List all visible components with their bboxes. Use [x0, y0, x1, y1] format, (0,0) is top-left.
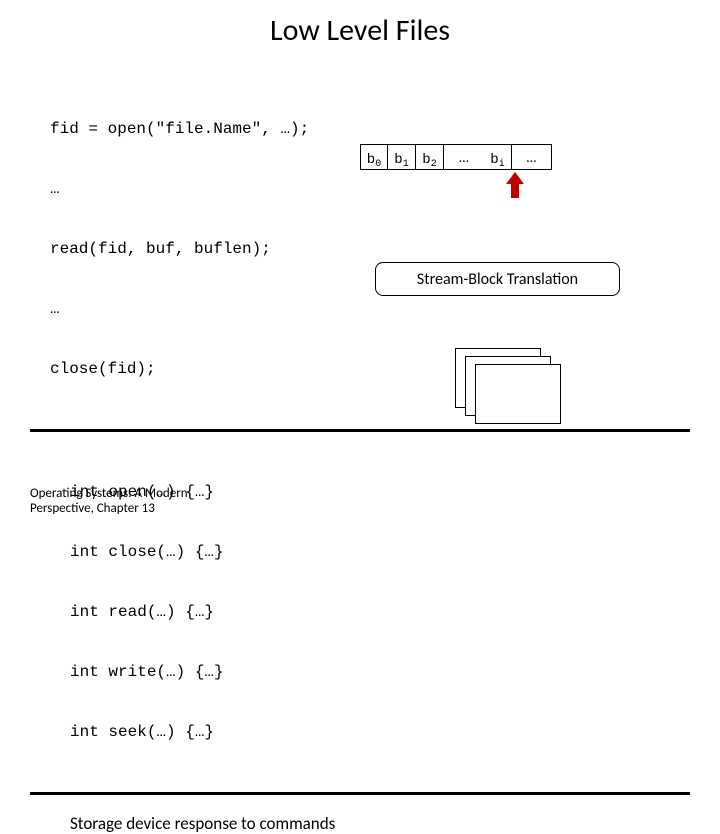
code-line: int write(…) {…}	[70, 662, 670, 682]
stream-block-translation-box: Stream-Block Translation	[375, 262, 620, 296]
block-stream: b0 b1 b2 … bi …	[360, 144, 552, 170]
block-b0: b0	[360, 144, 388, 170]
section-storage: Storage device response to commands	[0, 795, 720, 834]
storage-label: Storage device response to commands	[70, 813, 670, 834]
code-line: int read(…) {…}	[70, 602, 670, 622]
arrow-up-icon	[506, 172, 524, 198]
block-b1: b1	[388, 144, 416, 170]
code-line: int seek(…) {…}	[70, 722, 670, 742]
block-ellipsis: …	[444, 144, 484, 170]
code-line: int close(…) {…}	[70, 542, 670, 562]
code-line: read(fid, buf, buflen);	[50, 239, 670, 259]
section-user-code: fid = open("file.Name", …); … read(fid, …	[0, 79, 720, 429]
page-title: Low Level Files	[0, 12, 720, 49]
block-ellipsis-end: …	[512, 144, 552, 170]
code-line: …	[50, 299, 670, 319]
code-line: …	[50, 179, 670, 199]
code-line: fid = open("file.Name", …);	[50, 119, 670, 139]
footer-line: Perspective, Chapter 13	[30, 501, 188, 517]
user-code-block: fid = open("file.Name", …); … read(fid, …	[50, 79, 670, 419]
footer-citation: Operating Systems: A Modern Perspective,…	[30, 486, 188, 517]
storage-devices-icon	[455, 348, 565, 428]
footer-line: Operating Systems: A Modern	[30, 486, 188, 502]
block-b2: b2	[416, 144, 444, 170]
code-line: close(fid);	[50, 359, 670, 379]
block-bi: bi	[484, 144, 512, 170]
